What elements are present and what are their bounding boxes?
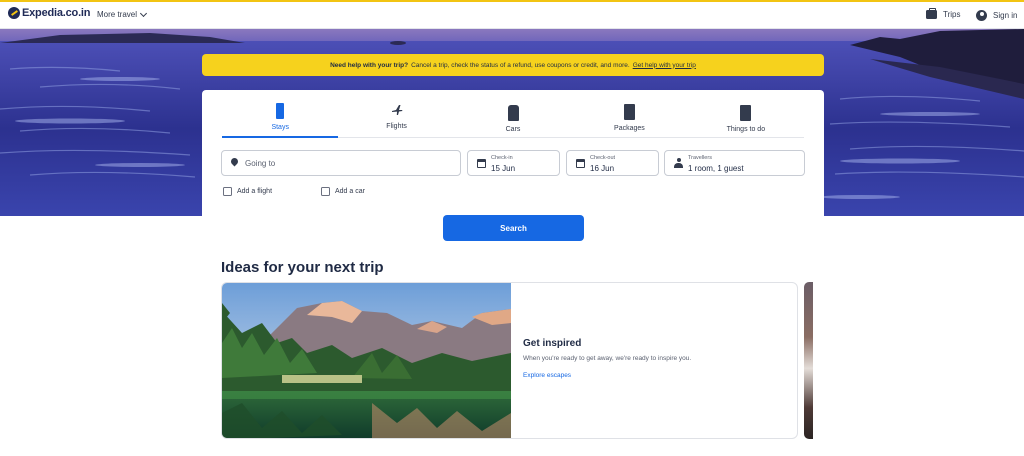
logo-text: Expedia.co.in xyxy=(22,7,91,19)
next-card-preview[interactable] xyxy=(804,282,813,439)
packages-icon xyxy=(623,104,635,120)
check-in-label: Check-in xyxy=(491,155,513,161)
car-icon xyxy=(507,105,519,121)
add-car-label: Add a car xyxy=(335,188,365,195)
trips-label: Trips xyxy=(943,10,961,19)
travellers-field[interactable]: Travellers 1 room, 1 guest xyxy=(664,150,805,176)
get-help-link[interactable]: Get help with your trip xyxy=(633,62,696,69)
search-button[interactable]: Search xyxy=(443,215,584,241)
suitcase-icon xyxy=(926,8,937,19)
check-in-value: 15 Jun xyxy=(491,164,516,173)
travel-type-tabs: Stays Flights Cars Packages Things to do xyxy=(222,100,804,138)
tab-label: Packages xyxy=(614,125,645,132)
notice-text: Cancel a trip, check the status of a ref… xyxy=(411,61,630,69)
calendar-icon xyxy=(576,159,585,168)
more-travel-label: More travel xyxy=(97,10,138,19)
checkbox-icon xyxy=(223,187,232,196)
expedia-logo[interactable]: Expedia.co.in xyxy=(8,7,91,19)
going-to-placeholder: Going to xyxy=(245,159,276,168)
travellers-value: 1 room, 1 guest xyxy=(688,164,744,173)
calendar-icon xyxy=(477,159,486,168)
going-to-field[interactable]: Going to xyxy=(221,150,461,176)
search-card: Stays Flights Cars Packages Things to do… xyxy=(202,90,824,216)
mountain-lake-image xyxy=(222,283,511,438)
check-out-field[interactable]: Check-out 16 Jun xyxy=(566,150,659,176)
location-pin-icon xyxy=(229,156,240,167)
card-body: Get inspired When you're ready to get aw… xyxy=(523,283,797,438)
tab-packages[interactable]: Packages xyxy=(571,100,687,137)
trips-link[interactable]: Trips xyxy=(926,8,961,19)
chevron-down-icon xyxy=(139,9,148,17)
sign-in-link[interactable]: Sign in xyxy=(976,10,1017,21)
tab-stays[interactable]: Stays xyxy=(222,100,339,138)
checkbox-icon xyxy=(321,187,330,196)
add-flight-label: Add a flight xyxy=(237,188,273,195)
notice-heading: Need help with your trip? xyxy=(330,61,409,69)
plane-icon xyxy=(391,105,403,115)
tab-label: Things to do xyxy=(726,126,766,133)
person-icon xyxy=(674,158,683,169)
card-description: When you're ready to get away, we're rea… xyxy=(523,355,692,362)
account-icon xyxy=(976,10,987,21)
tab-label: Flights xyxy=(386,123,407,130)
tab-cars[interactable]: Cars xyxy=(455,100,571,137)
tab-label: Cars xyxy=(505,126,521,133)
add-flight-checkbox[interactable]: Add a flight xyxy=(223,187,272,196)
sign-in-label: Sign in xyxy=(993,11,1018,20)
expedia-logo-icon xyxy=(8,7,20,19)
explore-escapes-link[interactable]: Explore escapes xyxy=(523,372,571,379)
tab-flights[interactable]: Flights xyxy=(338,100,454,137)
travellers-label: Travellers xyxy=(688,155,712,161)
help-notice-banner: Need help with your trip? Cancel a trip,… xyxy=(202,54,824,76)
top-header: Expedia.co.in More travel Trips Sign in xyxy=(0,0,1024,29)
add-car-checkbox[interactable]: Add a car xyxy=(321,187,365,196)
card-title: Get inspired xyxy=(523,338,582,349)
stays-icon xyxy=(276,103,285,119)
tab-label: Stays xyxy=(271,124,289,131)
check-out-label: Check-out xyxy=(590,155,616,161)
ideas-section-title: Ideas for your next trip xyxy=(221,259,384,276)
ticket-icon xyxy=(740,105,752,121)
more-travel-menu[interactable]: More travel xyxy=(97,9,148,19)
check-in-field[interactable]: Check-in 15 Jun xyxy=(467,150,560,176)
get-inspired-card[interactable]: Get inspired When you're ready to get aw… xyxy=(221,282,798,439)
tab-things-to-do[interactable]: Things to do xyxy=(688,100,804,137)
check-out-value: 16 Jun xyxy=(590,164,615,173)
